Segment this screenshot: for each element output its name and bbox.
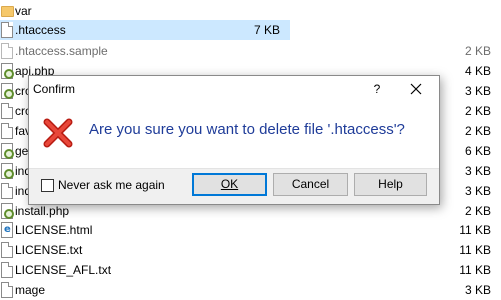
file-size: 3 KB: [464, 283, 491, 297]
file-size: 3 KB: [464, 164, 491, 178]
file-name: install.php: [15, 204, 70, 218]
file-name: .htaccess.sample: [15, 44, 108, 58]
php-file-icon: [1, 83, 14, 99]
never-ask-checkbox[interactable]: Never ask me again: [41, 178, 165, 192]
never-ask-label: Never ask me again: [58, 178, 165, 192]
document-icon: [1, 43, 13, 59]
php-file-icon: [1, 163, 14, 179]
file-name: mage: [15, 283, 46, 297]
file-size: 2 KB: [464, 124, 491, 138]
folder-icon: [1, 6, 14, 17]
file-name: var: [15, 4, 32, 18]
file-size: 6 KB: [464, 144, 491, 158]
file-row[interactable]: LICENSE_AFL.txt 11 KB: [0, 260, 501, 280]
file-size: 2 KB: [464, 104, 491, 118]
ok-button[interactable]: OK: [192, 173, 267, 196]
file-row[interactable]: var: [0, 1, 501, 21]
cancel-label: Cancel: [291, 177, 330, 191]
file-size: 4 KB: [464, 64, 491, 78]
document-icon: [1, 262, 13, 278]
cancel-button[interactable]: Cancel: [273, 173, 348, 196]
document-icon: [1, 103, 13, 119]
file-size: 11 KB: [459, 263, 491, 277]
document-icon: [1, 183, 13, 199]
file-row[interactable]: LICENSE.html 11 KB: [0, 220, 501, 240]
help-label: Help: [378, 177, 403, 191]
file-name: .htaccess: [15, 23, 66, 37]
help-button[interactable]: Help: [354, 173, 427, 196]
checkbox-box[interactable]: [41, 178, 54, 192]
confirmation-message: Are you sure you want to delete file '.h…: [89, 121, 405, 138]
php-file-icon: [1, 203, 14, 219]
confirm-dialog: Confirm ? Are you sure you want to delet…: [28, 75, 440, 205]
document-icon: [1, 123, 13, 139]
php-file-icon: [1, 143, 14, 159]
close-button[interactable]: [401, 78, 431, 100]
file-name: LICENSE.html: [15, 223, 93, 237]
html-file-icon: [1, 222, 13, 238]
error-x-icon: [43, 118, 73, 148]
file-size: 7 KB: [253, 23, 280, 37]
file-size: 11 KB: [459, 243, 491, 257]
document-icon: [1, 242, 13, 258]
file-row[interactable]: mage 3 KB: [0, 280, 501, 300]
file-row[interactable]: LICENSE.txt 11 KB: [0, 240, 501, 260]
close-icon: [410, 83, 422, 95]
file-size: 3 KB: [464, 184, 491, 198]
document-icon: [1, 22, 13, 38]
dialog-title: Confirm: [33, 82, 76, 96]
file-row[interactable]: .htaccess 7 KB: [0, 20, 290, 40]
document-icon: [1, 282, 13, 298]
ok-label: OK: [220, 177, 239, 191]
help-icon[interactable]: ?: [367, 80, 387, 98]
file-size: 2 KB: [464, 44, 491, 58]
file-name: LICENSE_AFL.txt: [15, 263, 112, 277]
php-file-icon: [1, 63, 14, 79]
file-name: LICENSE.txt: [15, 243, 83, 257]
file-size: 3 KB: [464, 84, 491, 98]
file-row[interactable]: .htaccess.sample 2 KB: [0, 41, 501, 61]
file-size: 2 KB: [464, 204, 491, 218]
file-size: 11 KB: [459, 223, 491, 237]
